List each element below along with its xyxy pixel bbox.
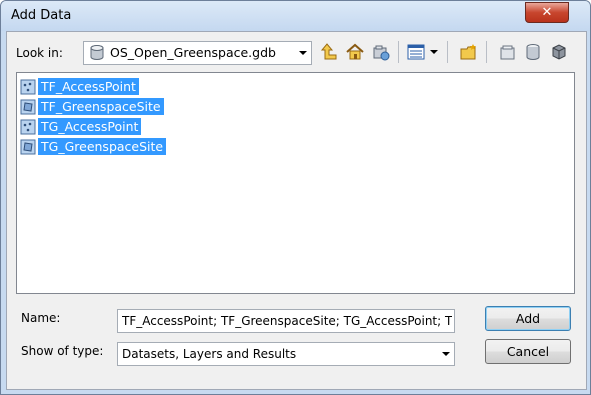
new-folder-icon bbox=[460, 44, 476, 60]
chevron-down-icon bbox=[294, 42, 311, 64]
toolbar-separator bbox=[398, 41, 399, 63]
home-button[interactable] bbox=[345, 42, 365, 62]
point-feature-class-icon bbox=[20, 119, 36, 134]
list-item[interactable]: TF_AccessPoint bbox=[20, 77, 139, 96]
new-geodatabase-icon bbox=[526, 44, 540, 60]
polygon-feature-class-icon bbox=[20, 139, 36, 154]
list-item-label: TG_GreenspaceSite bbox=[38, 138, 167, 155]
file-list[interactable]: TF_AccessPoint TF_GreenspaceSite TG_Acce… bbox=[16, 72, 575, 294]
name-field-value: TF_AccessPoint; TF_GreenspaceSite; TG_Ac… bbox=[122, 314, 452, 328]
list-item[interactable]: TG_AccessPoint bbox=[20, 117, 142, 136]
window-title: Add Data bbox=[11, 8, 72, 23]
show-of-type-dropdown[interactable]: Datasets, Layers and Results bbox=[117, 342, 455, 366]
options-button[interactable] bbox=[498, 42, 518, 62]
look-in-value: OS_Open_Greenspace.gdb bbox=[110, 45, 276, 60]
add-button[interactable]: Add bbox=[485, 306, 571, 331]
view-menu-button[interactable] bbox=[405, 42, 441, 62]
list-item[interactable]: TF_GreenspaceSite bbox=[20, 97, 164, 116]
toolbar-separator bbox=[486, 41, 487, 63]
look-in-dropdown[interactable]: OS_Open_Greenspace.gdb bbox=[83, 41, 312, 65]
show-of-type-label: Show of type: bbox=[21, 344, 104, 358]
cancel-button[interactable]: Cancel bbox=[485, 339, 571, 364]
up-one-level-icon bbox=[320, 43, 337, 60]
point-feature-class-icon bbox=[20, 79, 36, 94]
up-one-level-button[interactable] bbox=[319, 42, 339, 62]
show-of-type-value: Datasets, Layers and Results bbox=[122, 347, 297, 361]
title-bar[interactable]: Add Data ✕ bbox=[1, 1, 590, 31]
list-item-label: TG_AccessPoint bbox=[38, 118, 142, 135]
name-label: Name: bbox=[21, 311, 61, 325]
connect-folder-icon bbox=[373, 45, 390, 61]
list-item-label: TF_AccessPoint bbox=[38, 78, 139, 95]
name-field[interactable]: TF_AccessPoint; TF_GreenspaceSite; TG_Ac… bbox=[117, 309, 455, 333]
view-menu-icon bbox=[407, 44, 438, 60]
list-item-label: TF_GreenspaceSite bbox=[38, 98, 164, 115]
polygon-feature-class-icon bbox=[20, 99, 36, 114]
close-icon: ✕ bbox=[541, 5, 553, 20]
options-icon bbox=[500, 45, 515, 60]
new-folder-button[interactable] bbox=[459, 42, 479, 62]
home-icon bbox=[346, 43, 364, 60]
close-button[interactable]: ✕ bbox=[525, 2, 569, 23]
look-in-label: Look in: bbox=[16, 46, 63, 60]
new-geodatabase-button[interactable] bbox=[523, 42, 543, 62]
file-geodatabase-icon bbox=[90, 45, 104, 60]
connect-database-button[interactable] bbox=[549, 42, 569, 62]
toolbar-separator bbox=[447, 41, 448, 63]
list-item[interactable]: TG_GreenspaceSite bbox=[20, 137, 167, 156]
dialog-body: Look in: OS_Open_Greenspace.gdb TF_Acces… bbox=[6, 31, 587, 390]
connect-database-icon bbox=[552, 44, 566, 60]
chevron-down-icon bbox=[437, 343, 454, 365]
add-data-dialog: Add Data ✕ Look in: OS_Open_Greenspace.g… bbox=[0, 0, 591, 395]
connect-folder-button[interactable] bbox=[371, 42, 391, 62]
